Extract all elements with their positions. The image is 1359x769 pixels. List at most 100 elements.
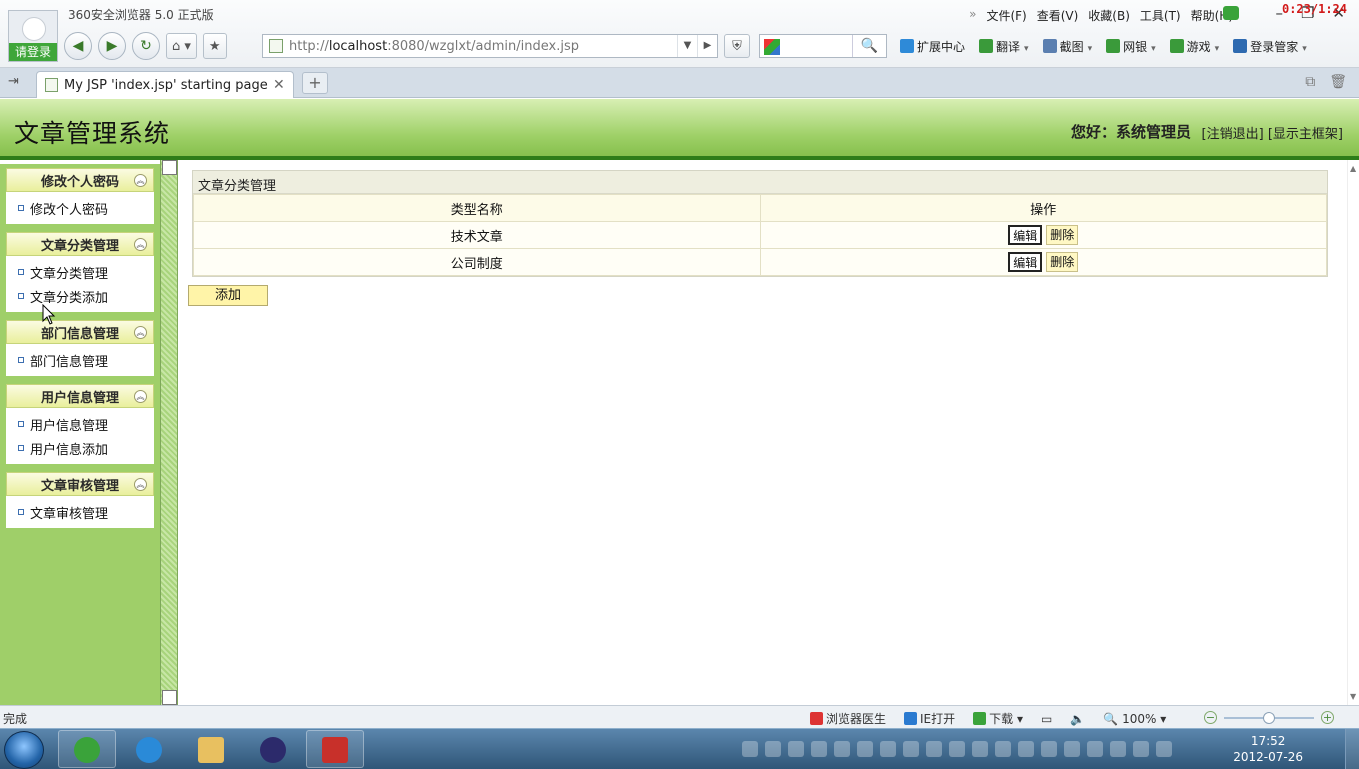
zoom-in-icon[interactable]: + — [1321, 711, 1334, 724]
zoom-slider[interactable]: − + — [1204, 711, 1334, 725]
splitter-top-handle[interactable] — [162, 160, 177, 175]
dropdown-caret-icon[interactable]: ▾ — [1151, 44, 1156, 54]
collapse-icon[interactable]: ︽ — [134, 326, 147, 339]
collapse-icon[interactable]: ︽ — [134, 390, 147, 403]
taskbar-eclipse[interactable] — [244, 730, 302, 768]
new-tab-button[interactable]: + — [302, 72, 328, 94]
taskbar-360browser[interactable] — [58, 730, 116, 768]
back-button[interactable]: ◀ — [64, 32, 92, 60]
delete-button[interactable]: 删除 — [1046, 225, 1079, 245]
dropdown-caret-icon[interactable]: ▾ — [1088, 44, 1093, 54]
tab-close-icon[interactable]: ✕ — [273, 77, 293, 93]
sidebar-group-header[interactable]: 修改个人密码 ︽ — [6, 168, 154, 192]
collapse-icon[interactable]: ︽ — [134, 174, 147, 187]
window-icon[interactable]: ▭ — [1041, 712, 1052, 726]
sidebar-item[interactable]: 用户信息添加 — [6, 436, 154, 460]
qq-icon[interactable] — [880, 741, 896, 757]
tray-icon[interactable] — [765, 741, 781, 757]
menu-view[interactable]: 查看(V) — [1037, 7, 1079, 24]
qq-icon[interactable] — [834, 741, 850, 757]
tool-translate[interactable]: 翻译 ▾ — [979, 38, 1029, 55]
splitter-bottom-handle[interactable] — [162, 690, 177, 705]
tray-icon[interactable] — [788, 741, 804, 757]
tray-icon[interactable] — [1018, 741, 1034, 757]
sidebar-item[interactable]: 部门信息管理 — [6, 348, 154, 372]
tool-key[interactable]: 登录管家 ▾ — [1233, 38, 1307, 55]
taskbar-explorer[interactable] — [182, 730, 240, 768]
tray-icon[interactable] — [903, 741, 919, 757]
scroll-down-icon[interactable]: ▼ — [1350, 692, 1356, 701]
sidebar-toggle-icon[interactable]: ⇥ — [8, 74, 19, 89]
taskbar-toolbox[interactable] — [306, 730, 364, 768]
add-button[interactable]: 添加 — [188, 285, 268, 306]
tool-game[interactable]: 游戏 ▾ — [1169, 38, 1220, 55]
download-button[interactable]: 下载 ▾ — [973, 710, 1023, 727]
dropdown-caret-icon[interactable]: ▾ — [1024, 44, 1029, 54]
collapse-icon[interactable]: ︽ — [134, 478, 147, 491]
taskbar-clock[interactable]: 17:52 2012-07-26 — [1233, 733, 1303, 765]
edit-button[interactable]: 编辑 — [1008, 225, 1043, 245]
menu-favorites[interactable]: 收藏(B) — [1088, 7, 1130, 24]
ie-open-button[interactable]: IE打开 — [904, 710, 955, 727]
qq-icon[interactable] — [811, 741, 827, 757]
delete-button[interactable]: 删除 — [1046, 252, 1079, 272]
zoom-out-icon[interactable]: − — [1204, 711, 1217, 724]
sidebar-item[interactable]: 文章审核管理 — [6, 500, 154, 524]
dropdown-caret-icon[interactable]: ▾ — [1215, 44, 1220, 54]
refresh-button[interactable]: ↻ — [132, 32, 160, 60]
sidebar-group-header[interactable]: 部门信息管理 ︽ — [6, 320, 154, 344]
search-box[interactable]: 🔍 — [759, 34, 887, 58]
collapse-icon[interactable]: ︽ — [134, 238, 147, 251]
sound-icon[interactable]: 🔈 — [1070, 712, 1085, 726]
tab-restore-icon[interactable]: ⧉ — [1305, 74, 1315, 90]
flag-icon[interactable] — [1087, 741, 1103, 757]
zoom-knob[interactable] — [1263, 712, 1275, 724]
start-button[interactable] — [4, 731, 44, 769]
tool-screenshot[interactable]: 截图 ▾ — [1042, 38, 1093, 55]
skin-icon[interactable] — [1223, 6, 1239, 20]
tool-ebank[interactable]: 网银 ▾ — [1106, 38, 1156, 55]
favorite-star-button[interactable]: ★ — [202, 33, 227, 59]
sidebar-item[interactable]: 修改个人密码 — [6, 196, 154, 220]
forward-button[interactable]: ▶ — [98, 32, 126, 60]
tray-icon[interactable] — [1064, 741, 1080, 757]
tray-icon[interactable] — [1041, 741, 1057, 757]
page-scrollbar[interactable]: ▲ ▼ — [1347, 160, 1359, 705]
tray-icon[interactable] — [972, 741, 988, 757]
address-dropdown-icon[interactable]: ▼ — [677, 35, 697, 57]
address-url[interactable]: http://localhost:8080/wzglxt/admin/index… — [289, 39, 677, 54]
tab-active[interactable]: My JSP 'index.jsp' starting page ✕ — [36, 71, 294, 98]
sidebar-group-header[interactable]: 文章分类管理 ︽ — [6, 232, 154, 256]
tray-icon[interactable] — [926, 741, 942, 757]
search-icon[interactable]: 🔍 — [852, 35, 886, 57]
home-button[interactable]: ⌂ ▾ — [166, 33, 197, 59]
dropdown-caret-icon[interactable]: ▾ — [1302, 44, 1307, 54]
browser-doctor-button[interactable]: 浏览器医生 — [810, 710, 886, 727]
logout-link[interactable]: [注销退出] — [1202, 127, 1264, 142]
zoom-menu[interactable]: 🔍 100% ▾ — [1103, 712, 1166, 726]
network-icon[interactable] — [1133, 741, 1149, 757]
show-frame-link[interactable]: [显示主框架] — [1268, 127, 1343, 142]
sidebar-item[interactable]: 文章分类管理 — [6, 260, 154, 284]
tray-icon[interactable] — [949, 741, 965, 757]
menu-tools[interactable]: 工具(T) — [1140, 7, 1181, 24]
frame-splitter[interactable] — [160, 160, 178, 705]
volume-icon[interactable] — [1156, 741, 1172, 757]
show-desktop-button[interactable] — [1345, 729, 1359, 769]
sidebar-group-header[interactable]: 用户信息管理 ︽ — [6, 384, 154, 408]
taskbar-ie[interactable] — [120, 730, 178, 768]
security-shield-icon[interactable]: ⛨ — [724, 34, 750, 58]
tray-icon[interactable] — [1110, 741, 1126, 757]
scroll-up-icon[interactable]: ▲ — [1350, 164, 1356, 173]
tool-extension[interactable]: 扩展中心 — [900, 38, 965, 55]
qq-icon[interactable] — [857, 741, 873, 757]
sidebar-group-header[interactable]: 文章审核管理 ︽ — [6, 472, 154, 496]
search-engine-icon[interactable] — [764, 39, 780, 55]
menu-chevron-icon[interactable]: » — [969, 7, 976, 24]
address-bar[interactable]: http://localhost:8080/wzglxt/admin/index… — [262, 34, 718, 58]
login-button[interactable]: 请登录 — [9, 43, 57, 61]
edit-button[interactable]: 编辑 — [1008, 252, 1043, 272]
tray-icon[interactable] — [742, 741, 758, 757]
go-icon[interactable]: ▶ — [697, 35, 717, 57]
trash-icon[interactable]: 🗑 — [1329, 74, 1347, 90]
